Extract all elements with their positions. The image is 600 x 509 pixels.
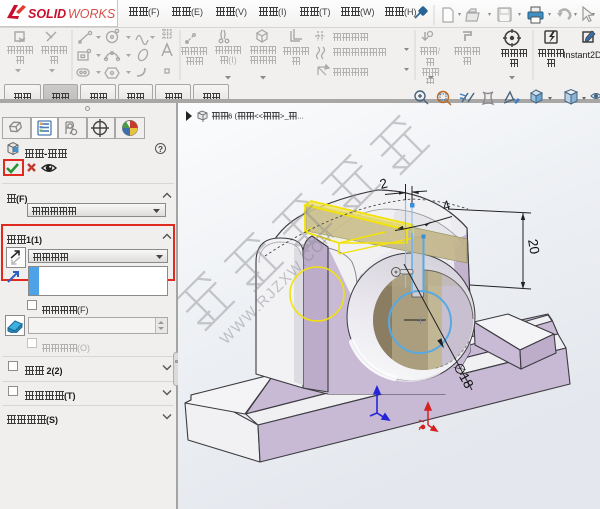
svg-text:20: 20 — [525, 238, 542, 255]
svg-text:WORKS: WORKS — [68, 7, 116, 21]
svg-text:SOLID: SOLID — [28, 7, 66, 21]
